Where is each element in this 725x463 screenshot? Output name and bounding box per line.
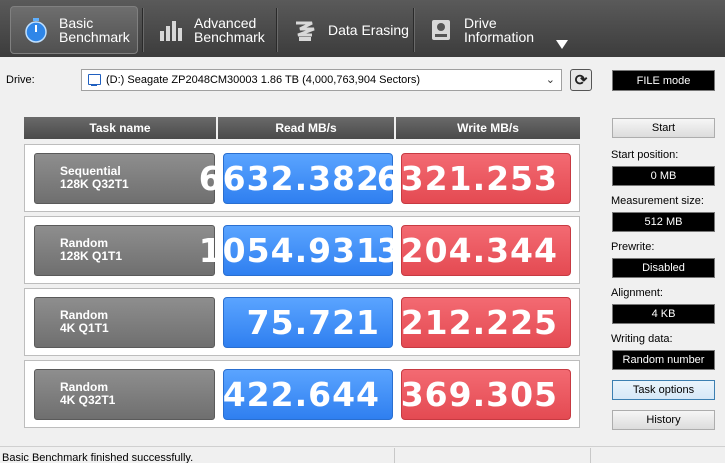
alignment-field[interactable]: 4 KB (612, 304, 715, 324)
task-params: 4K Q1T1 (60, 321, 109, 335)
table-row: Random 4K Q32T1 422.644 369.305 (24, 360, 580, 428)
eraser-icon (296, 21, 315, 41)
read-value: 422.644 (223, 369, 393, 420)
tab-divider (276, 8, 278, 52)
status-bar: Basic Benchmark finished successfully. (0, 446, 725, 463)
start-position-label: Start position: (611, 149, 679, 161)
read-value: 1054.931 (199, 225, 393, 276)
tab-label: Benchmark (194, 29, 265, 45)
task-button[interactable]: Random 4K Q32T1 (34, 369, 215, 420)
tab-label: Basic (59, 15, 94, 31)
write-value: 3204.344 (377, 225, 571, 276)
tab-label: Information (464, 29, 535, 45)
task-button[interactable]: Random 128K Q1T1 (34, 225, 215, 276)
mode-indicator: FILE mode (612, 70, 715, 91)
tab-label: Data Erasing (328, 22, 409, 38)
write-value: 369.305 (401, 369, 571, 420)
refresh-button[interactable]: ⟳ (570, 69, 592, 91)
read-value: 6632.382 (199, 153, 393, 204)
tab-divider (142, 8, 144, 52)
writing-data-label: Writing data: (611, 333, 673, 345)
status-divider (394, 448, 395, 463)
header-read: Read MB/s (218, 117, 394, 139)
read-value: 75.721 (223, 297, 393, 348)
drive-info-icon (432, 20, 450, 40)
table-row: Random 128K Q1T1 1054.931 3204.344 (24, 216, 580, 284)
header-write: Write MB/s (396, 117, 580, 139)
tab-basic-benchmark[interactable]: Basic Benchmark (10, 6, 138, 54)
task-options-button[interactable]: Task options (612, 380, 715, 400)
table-row: Random 4K Q1T1 75.721 212.225 (24, 288, 580, 356)
more-tabs-arrow-icon[interactable] (556, 40, 568, 49)
task-button[interactable]: Sequential 128K Q32T1 (34, 153, 215, 204)
prewrite-label: Prewrite: (611, 241, 655, 253)
write-value: 6321.253 (377, 153, 571, 204)
alignment-label: Alignment: (611, 287, 663, 299)
tab-label: Drive (464, 15, 497, 31)
prewrite-field[interactable]: Disabled (612, 258, 715, 278)
chevron-down-icon: ⌄ (545, 74, 555, 86)
results-panel: Task name Read MB/s Write MB/s Sequentia… (24, 117, 580, 433)
start-button[interactable]: Start (612, 118, 715, 138)
drive-select-value: (D:) Seagate ZP2048CM30003 1.86 TB (4,00… (106, 74, 421, 86)
tab-divider (413, 8, 415, 52)
start-position-field[interactable]: 0 MB (612, 166, 715, 186)
measurement-size-field[interactable]: 512 MB (612, 212, 715, 232)
refresh-icon: ⟳ (574, 72, 588, 89)
tab-label: Advanced (194, 15, 257, 31)
drive-label: Drive: (6, 74, 35, 86)
task-button[interactable]: Random 4K Q1T1 (34, 297, 215, 348)
status-divider (590, 448, 591, 463)
task-params: 128K Q32T1 (60, 177, 129, 191)
drive-icon (86, 73, 102, 87)
measurement-size-label: Measurement size: (611, 195, 704, 207)
history-button[interactable]: History (612, 410, 715, 430)
status-message: Basic Benchmark finished successfully. (2, 452, 194, 463)
task-params: 4K Q32T1 (60, 393, 116, 407)
tab-advanced-benchmark[interactable]: Advanced Benchmark (146, 6, 274, 54)
tab-data-erasing[interactable]: Data Erasing (280, 6, 410, 54)
stopwatch-icon (25, 18, 47, 43)
drive-select[interactable]: (D:) Seagate ZP2048CM30003 1.86 TB (4,00… (81, 69, 562, 91)
bar-chart-icon (160, 21, 182, 41)
main-tab-bar: Basic Benchmark Advanced Benchmark Data Er… (0, 0, 725, 57)
task-params: 128K Q1T1 (60, 249, 123, 263)
tab-drive-information[interactable]: Drive Information (416, 6, 546, 54)
writing-data-field[interactable]: Random number (612, 350, 715, 370)
write-value: 212.225 (401, 297, 571, 348)
table-row: Sequential 128K Q32T1 6632.382 6321.253 (24, 144, 580, 212)
tab-label: Benchmark (59, 29, 130, 45)
header-task-name: Task name (24, 117, 216, 139)
